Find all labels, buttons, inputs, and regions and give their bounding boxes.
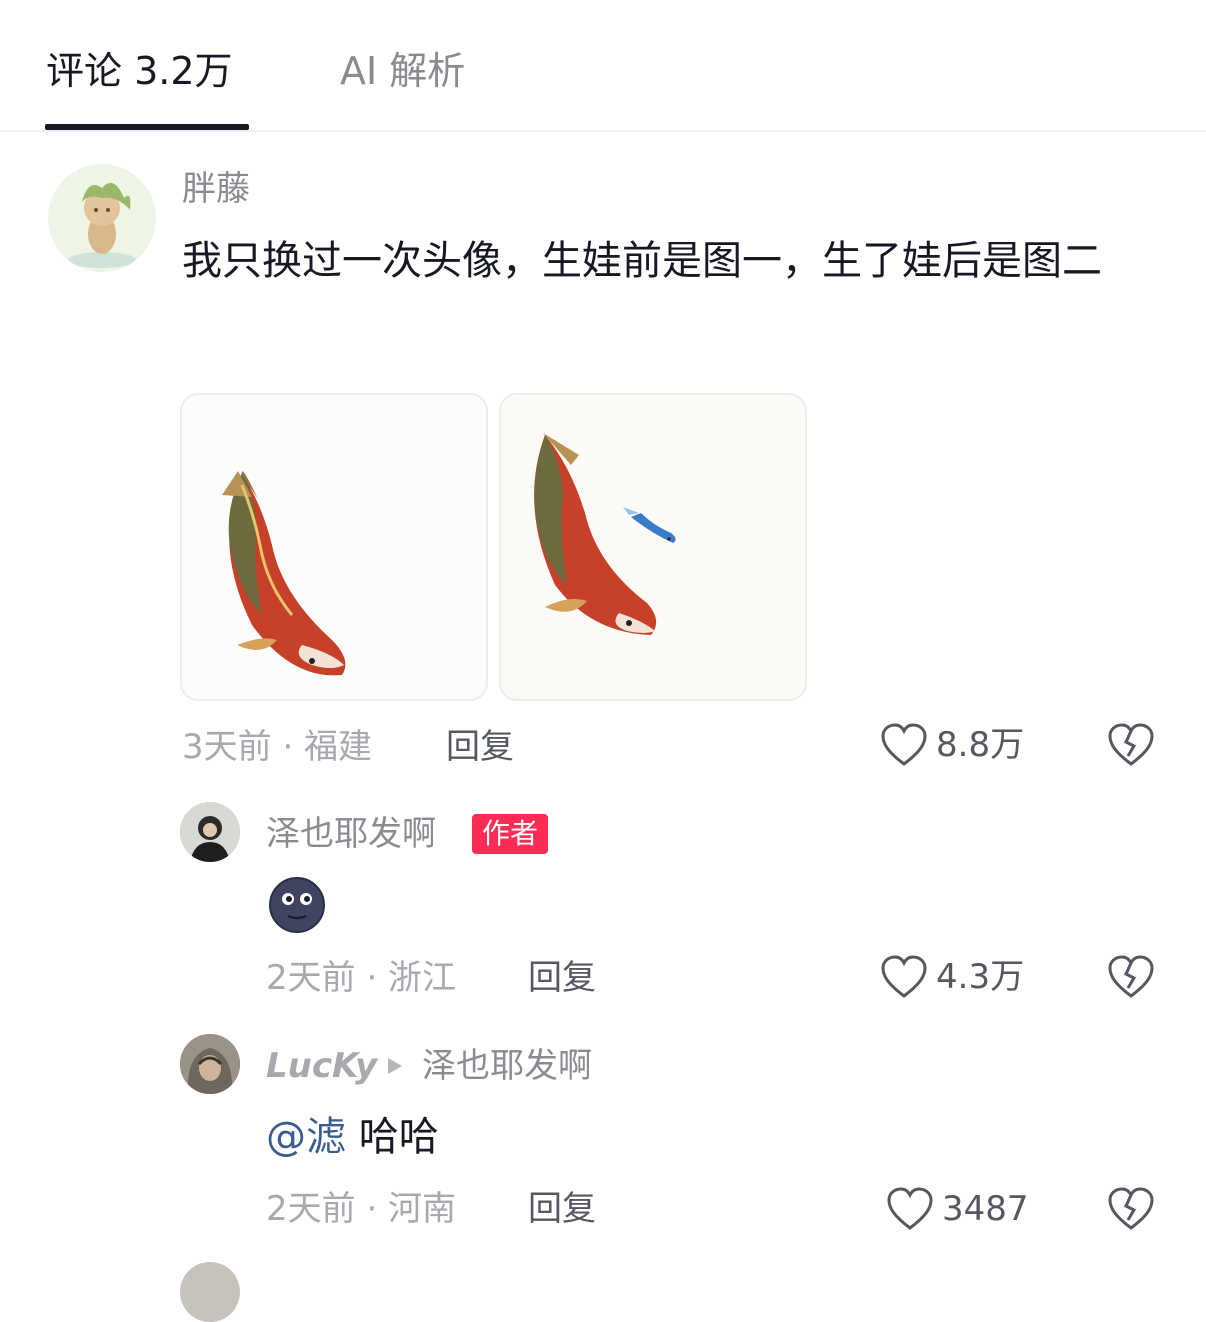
mention-link[interactable]: @滤 (266, 1114, 346, 1160)
like-button[interactable]: 8.8万 (880, 722, 1024, 768)
broken-heart-icon[interactable] (1107, 954, 1155, 1000)
tab-comments[interactable]: 评论 3.2万 (46, 48, 233, 94)
reply-arrow-icon (388, 1058, 402, 1074)
moon-face-emoji-icon (269, 877, 325, 933)
like-button[interactable]: 3487 (886, 1186, 1029, 1232)
avatar[interactable] (180, 1262, 240, 1322)
comment-text: 我只换过一次头像，生娃前是图一，生了娃后是图二 (182, 238, 1102, 284)
heart-icon (887, 1187, 933, 1230)
reply-to-username[interactable]: 泽也耶发啊 (422, 1045, 592, 1087)
broken-heart-icon[interactable] (1107, 722, 1155, 768)
comment-time-location: 3天前 · 福建 (182, 727, 373, 767)
hooded-person-avatar-icon (180, 1034, 240, 1094)
heart-icon (881, 723, 927, 766)
reply-button[interactable]: 回复 (528, 1188, 596, 1230)
avatar[interactable] (180, 1034, 240, 1094)
reply-username[interactable]: 泽也耶发啊 (266, 813, 436, 855)
like-count: 3487 (942, 1189, 1029, 1229)
reply-username[interactable]: LucKy (266, 1045, 377, 1087)
active-tab-indicator (45, 124, 249, 130)
tab-ai-analysis[interactable]: AI 解析 (340, 48, 465, 94)
reply-time-location: 2天前 · 浙江 (266, 958, 457, 998)
person-avatar-icon (180, 802, 240, 862)
plant-doll-avatar-icon (48, 164, 156, 272)
author-badge: 作者 (472, 814, 549, 854)
reply-time-location: 2天前 · 河南 (266, 1189, 457, 1229)
koi-with-small-fish-image-icon (501, 395, 805, 699)
heart-icon (881, 955, 927, 998)
avatar[interactable] (48, 164, 156, 272)
reply-text: @滤 哈哈 (266, 1100, 439, 1174)
comment-tabs: 评论 3.2万 AI 解析 (0, 0, 1206, 132)
reply-button[interactable]: 回复 (446, 726, 514, 768)
like-count: 4.3万 (936, 957, 1025, 997)
koi-fish-image-icon (182, 395, 486, 699)
broken-heart-icon[interactable] (1107, 1186, 1155, 1232)
comment-username[interactable]: 胖藤 (182, 168, 250, 210)
reply-button[interactable]: 回复 (528, 957, 596, 999)
reply-message: 哈哈 (358, 1114, 439, 1160)
avatar[interactable] (180, 802, 240, 862)
comment-image-2[interactable] (499, 393, 807, 701)
like-count: 8.8万 (936, 725, 1025, 765)
like-button[interactable]: 4.3万 (880, 954, 1024, 1000)
comment-image-1[interactable] (180, 393, 488, 701)
